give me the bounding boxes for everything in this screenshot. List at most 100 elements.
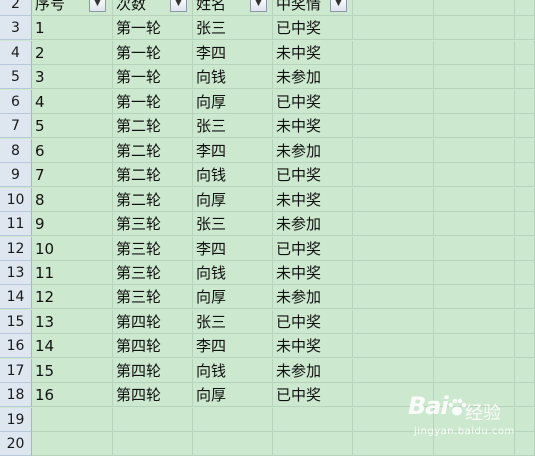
table-cell[interactable] bbox=[353, 114, 434, 138]
table-cell[interactable] bbox=[434, 114, 515, 138]
table-cell[interactable]: 第三轮 bbox=[113, 285, 193, 309]
table-cell[interactable] bbox=[113, 408, 193, 432]
table-cell[interactable]: 未中奖 bbox=[273, 41, 353, 65]
table-cell[interactable] bbox=[434, 90, 515, 114]
table-cell[interactable]: 11 bbox=[32, 261, 113, 285]
table-cell[interactable] bbox=[515, 163, 535, 187]
table-cell[interactable] bbox=[353, 139, 434, 163]
table-cell[interactable]: 13 bbox=[32, 310, 113, 334]
row-number[interactable]: 3 bbox=[0, 16, 32, 40]
table-cell[interactable] bbox=[113, 432, 193, 456]
table-cell[interactable] bbox=[353, 285, 434, 309]
row-number[interactable]: 19 bbox=[0, 408, 32, 432]
table-cell[interactable]: 6 bbox=[32, 139, 113, 163]
table-cell[interactable]: 张三 bbox=[193, 310, 273, 334]
table-cell[interactable]: 未中奖 bbox=[273, 261, 353, 285]
table-cell[interactable]: 12 bbox=[32, 285, 113, 309]
table-cell[interactable]: 已中奖 bbox=[273, 383, 353, 407]
row-number[interactable]: 9 bbox=[0, 163, 32, 187]
table-cell[interactable] bbox=[353, 261, 434, 285]
table-cell[interactable] bbox=[353, 90, 434, 114]
table-cell[interactable]: 未中奖 bbox=[273, 114, 353, 138]
table-cell[interactable] bbox=[434, 237, 515, 261]
table-cell[interactable]: 16 bbox=[32, 383, 113, 407]
row-number[interactable]: 4 bbox=[0, 41, 32, 65]
table-cell[interactable]: 14 bbox=[32, 334, 113, 358]
table-cell[interactable]: 第一轮 bbox=[113, 41, 193, 65]
header-cell[interactable]: 中奖情 ▼ bbox=[273, 0, 353, 16]
table-cell[interactable]: 向厚 bbox=[193, 188, 273, 212]
table-cell[interactable] bbox=[434, 359, 515, 383]
table-cell[interactable]: 第四轮 bbox=[113, 310, 193, 334]
table-cell[interactable]: 7 bbox=[32, 163, 113, 187]
row-number[interactable]: 13 bbox=[0, 261, 32, 285]
table-cell[interactable]: 李四 bbox=[193, 334, 273, 358]
table-cell[interactable] bbox=[273, 432, 353, 456]
table-cell[interactable] bbox=[32, 408, 113, 432]
table-cell[interactable] bbox=[515, 334, 535, 358]
table-cell[interactable]: 第四轮 bbox=[113, 383, 193, 407]
row-number[interactable]: 6 bbox=[0, 90, 32, 114]
row-number[interactable]: 20 bbox=[0, 432, 32, 456]
table-cell[interactable] bbox=[193, 408, 273, 432]
table-cell[interactable]: 李四 bbox=[193, 139, 273, 163]
table-cell[interactable] bbox=[353, 359, 434, 383]
table-cell[interactable] bbox=[515, 285, 535, 309]
row-number[interactable]: 7 bbox=[0, 114, 32, 138]
table-cell[interactable]: 第三轮 bbox=[113, 237, 193, 261]
row-number[interactable]: 11 bbox=[0, 212, 32, 236]
table-cell[interactable] bbox=[515, 16, 535, 40]
filter-dropdown-icon[interactable]: ▼ bbox=[89, 0, 106, 12]
table-cell[interactable] bbox=[515, 359, 535, 383]
table-cell[interactable]: 第四轮 bbox=[113, 334, 193, 358]
table-cell[interactable]: 未参加 bbox=[273, 139, 353, 163]
table-cell[interactable]: 未中奖 bbox=[273, 334, 353, 358]
table-cell[interactable]: 张三 bbox=[193, 16, 273, 40]
table-cell[interactable]: 3 bbox=[32, 65, 113, 89]
table-cell[interactable] bbox=[515, 90, 535, 114]
table-cell[interactable]: 第二轮 bbox=[113, 139, 193, 163]
table-cell[interactable] bbox=[353, 237, 434, 261]
table-cell[interactable] bbox=[434, 16, 515, 40]
table-cell[interactable] bbox=[353, 41, 434, 65]
table-cell[interactable] bbox=[515, 212, 535, 236]
table-cell[interactable]: 第一轮 bbox=[113, 90, 193, 114]
table-cell[interactable] bbox=[434, 65, 515, 89]
table-cell[interactable]: 8 bbox=[32, 188, 113, 212]
row-number[interactable]: 17 bbox=[0, 359, 32, 383]
table-cell[interactable] bbox=[193, 432, 273, 456]
table-cell[interactable] bbox=[515, 41, 535, 65]
table-cell[interactable] bbox=[434, 139, 515, 163]
table-cell[interactable]: 未参加 bbox=[273, 285, 353, 309]
table-cell[interactable] bbox=[515, 139, 535, 163]
table-cell[interactable]: 未参加 bbox=[273, 65, 353, 89]
filter-dropdown-icon[interactable]: ▼ bbox=[250, 0, 267, 12]
table-cell[interactable]: 向厚 bbox=[193, 90, 273, 114]
row-number[interactable]: 10 bbox=[0, 188, 32, 212]
table-cell[interactable]: 第二轮 bbox=[113, 114, 193, 138]
table-cell[interactable]: 第三轮 bbox=[113, 261, 193, 285]
table-cell[interactable]: 5 bbox=[32, 114, 113, 138]
filter-dropdown-icon[interactable]: ▼ bbox=[330, 0, 347, 12]
table-cell[interactable]: 向钱 bbox=[193, 163, 273, 187]
table-cell[interactable]: 未参加 bbox=[273, 359, 353, 383]
table-cell[interactable] bbox=[515, 261, 535, 285]
table-cell[interactable]: 9 bbox=[32, 212, 113, 236]
table-cell[interactable] bbox=[434, 334, 515, 358]
table-cell[interactable] bbox=[353, 163, 434, 187]
table-cell[interactable]: 第三轮 bbox=[113, 212, 193, 236]
row-number[interactable]: 18 bbox=[0, 383, 32, 407]
table-cell[interactable] bbox=[353, 188, 434, 212]
header-cell[interactable] bbox=[434, 0, 515, 16]
table-cell[interactable]: 第二轮 bbox=[113, 188, 193, 212]
row-number[interactable]: 14 bbox=[0, 285, 32, 309]
table-cell[interactable] bbox=[434, 212, 515, 236]
header-cell[interactable] bbox=[515, 0, 535, 16]
table-cell[interactable]: 向厚 bbox=[193, 383, 273, 407]
filter-dropdown-icon[interactable]: ▼ bbox=[170, 0, 187, 12]
table-cell[interactable]: 已中奖 bbox=[273, 310, 353, 334]
table-cell[interactable] bbox=[515, 237, 535, 261]
table-cell[interactable] bbox=[353, 16, 434, 40]
table-cell[interactable]: 15 bbox=[32, 359, 113, 383]
table-cell[interactable] bbox=[434, 261, 515, 285]
